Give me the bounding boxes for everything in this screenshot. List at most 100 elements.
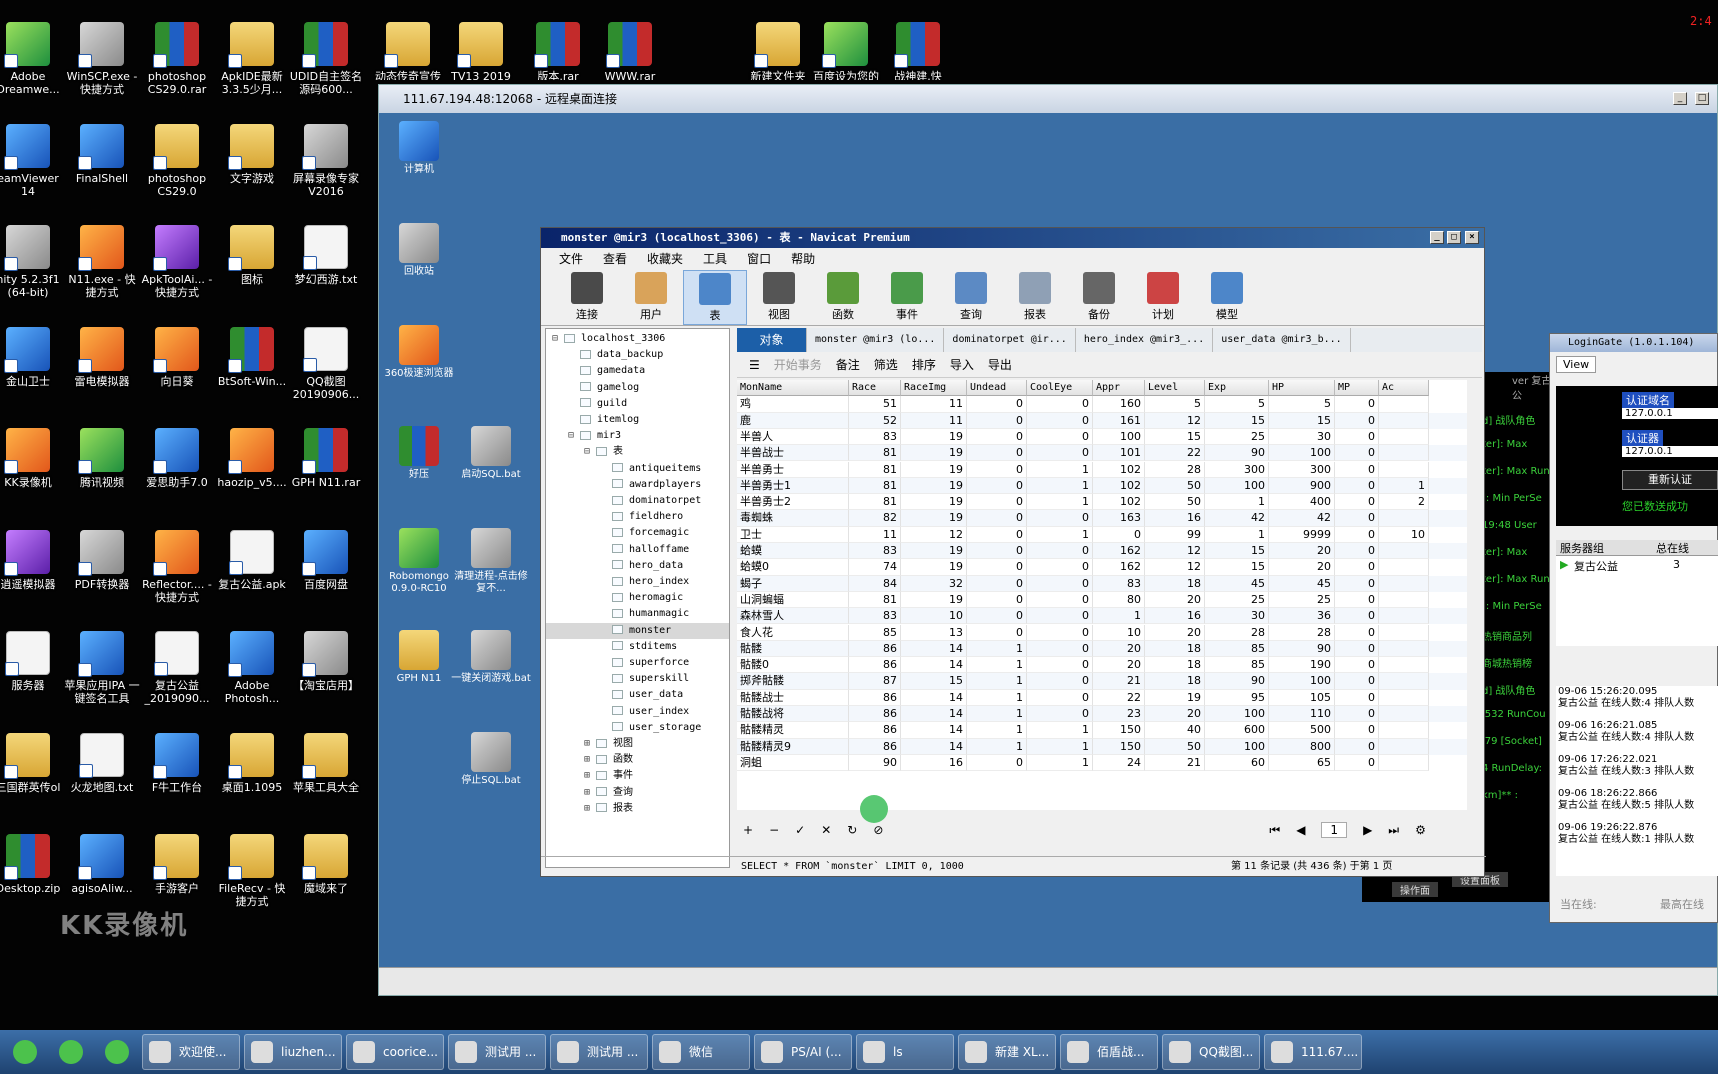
table-cell[interactable]: 0 [967, 494, 1027, 511]
table-cell[interactable]: 74 [849, 559, 901, 576]
table-row[interactable]: 半兽勇士 81 19 0 1 102 28 300 300 0 [737, 461, 1467, 478]
column-header[interactable]: RaceImg [901, 380, 967, 397]
rdp-title-bar[interactable]: 111.67.194.48:12068 - 远程桌面连接 _ □ [379, 85, 1717, 113]
table-cell[interactable]: 10 [1379, 526, 1429, 543]
tree-node[interactable]: heromagic [546, 590, 729, 606]
table-cell[interactable]: 80 [1093, 591, 1145, 609]
desktop-icon[interactable]: F牛工作台 [139, 733, 215, 794]
table-cell[interactable]: 160 [1093, 396, 1145, 413]
column-header[interactable]: HP [1269, 380, 1335, 397]
desktop-icon[interactable]: UDID自主签名源码600... [288, 22, 364, 96]
table-cell[interactable]: 51 [849, 396, 901, 413]
table-cell[interactable]: 100 [1205, 477, 1269, 495]
table-cell[interactable]: 1 [1027, 738, 1093, 755]
rdp-desktop-icon[interactable]: 回收站 [379, 223, 459, 278]
table-cell[interactable]: 100 [1269, 445, 1335, 462]
tree-node[interactable]: ⊟ 表 [546, 444, 729, 460]
delete-record-button[interactable]: − [769, 823, 779, 837]
table-cell[interactable]: 86 [849, 738, 901, 755]
table-cell[interactable]: 86 [849, 706, 901, 723]
desktop-icon[interactable]: 魔域来了 [288, 834, 364, 895]
table-cell[interactable]: 0 [1027, 689, 1093, 706]
table-cell[interactable]: 28 [1269, 624, 1335, 641]
taskbar-button[interactable]: liuzhen... [244, 1034, 342, 1070]
settings-gear-icon[interactable]: ⚙ [1415, 823, 1426, 837]
table-cell[interactable]: 0 [1027, 624, 1093, 641]
table-cell[interactable]: 50 [1145, 494, 1205, 511]
menu-item-0[interactable]: 文件 [549, 248, 593, 270]
desktop-icon[interactable]: 腾讯视频 [64, 428, 140, 489]
table-cell[interactable]: 20 [1145, 591, 1205, 609]
table-cell[interactable] [1379, 445, 1429, 462]
desktop-icon[interactable]: Reflector.... - 快捷方式 [139, 530, 215, 604]
table-cell[interactable]: 110 [1269, 706, 1335, 723]
table-cell[interactable]: 0 [1027, 543, 1093, 560]
tree-node[interactable]: hero_data [546, 558, 729, 574]
prev-page-button[interactable]: ◀ [1296, 823, 1305, 837]
next-page-button[interactable]: ▶ [1363, 823, 1372, 837]
tree-node[interactable]: ⊟ mir3 [546, 428, 729, 444]
column-header[interactable]: Exp [1205, 380, 1269, 397]
table-cell[interactable]: 森林雪人 [737, 608, 849, 625]
desktop-icon[interactable]: 百度网盘 [288, 530, 364, 591]
desktop-icon[interactable]: 图标 [214, 225, 290, 286]
table-cell[interactable]: 0 [1027, 657, 1093, 674]
table-row[interactable]: 骷髅精灵 86 14 1 1 150 40 600 500 0 [737, 722, 1467, 739]
column-header[interactable]: Appr [1093, 380, 1145, 397]
desktop-icon[interactable]: 文字游戏 [214, 124, 290, 185]
table-cell[interactable]: 45 [1205, 575, 1269, 592]
table-cell[interactable]: 0 [967, 754, 1027, 772]
memo-button[interactable]: 备注 [836, 356, 860, 373]
table-cell[interactable]: 1 [967, 689, 1027, 706]
table-cell[interactable]: 102 [1093, 461, 1145, 478]
reauth-button[interactable]: 重新认证 [1622, 470, 1718, 490]
table-cell[interactable]: 83 [849, 608, 901, 625]
tree-node[interactable]: user_index [546, 704, 729, 720]
tree-node[interactable]: monster [546, 622, 729, 639]
desktop-icon[interactable]: 雷电模拟器 [64, 327, 140, 388]
table-cell[interactable]: 0 [1027, 591, 1093, 609]
table-cell[interactable]: 81 [849, 445, 901, 462]
desktop-icon[interactable]: FileRecv - 快捷方式 [214, 834, 290, 908]
tree-node[interactable]: itemlog [546, 412, 729, 428]
table-cell[interactable]: 95 [1205, 689, 1269, 706]
taskbar-button[interactable]: 佰盾战... [1060, 1034, 1158, 1070]
filter-button[interactable]: 筛选 [874, 356, 898, 373]
table-cell[interactable]: 5 [1205, 396, 1269, 413]
desktop-icon[interactable]: PDF转换器 [64, 530, 140, 591]
table-cell[interactable]: 24 [1093, 754, 1145, 772]
table-cell[interactable]: 30 [1269, 428, 1335, 446]
table-cell[interactable]: 15 [1205, 412, 1269, 429]
desktop-icon[interactable]: 桌面1.1095 [214, 733, 290, 794]
desktop-icon[interactable]: 【淘宝店用】 [288, 631, 364, 692]
table-cell[interactable]: 0 [967, 624, 1027, 641]
table-cell[interactable]: 21 [1145, 754, 1205, 772]
column-header[interactable]: MonName [737, 380, 849, 397]
table-cell[interactable]: 90 [1205, 445, 1269, 462]
table-cell[interactable]: 洞蛆 [737, 754, 849, 772]
desktop-icon[interactable]: 三国群英传ol [0, 733, 66, 794]
ops-panel-button[interactable]: 操作面 [1392, 882, 1438, 897]
table-cell[interactable]: 16 [901, 754, 967, 772]
table-cell[interactable]: 0 [1335, 396, 1379, 413]
expand-icon[interactable]: ⊞ [584, 752, 596, 768]
desktop-icon[interactable]: eamViewer 14 [0, 124, 66, 198]
menu-item-3[interactable]: 工具 [693, 248, 737, 270]
table-cell[interactable]: 16 [1145, 608, 1205, 625]
table-cell[interactable]: 20 [1093, 657, 1145, 674]
table-cell[interactable]: 半兽人 [737, 428, 849, 446]
table-cell[interactable]: 1 [967, 706, 1027, 723]
desktop-icon[interactable]: Adobe Dreamwe... [0, 22, 66, 96]
tree-node[interactable]: guild [546, 396, 729, 412]
table-cell[interactable]: 36 [1269, 608, 1335, 625]
add-record-button[interactable]: + [743, 823, 753, 837]
desktop-icon[interactable]: 新建文件夹 [740, 22, 816, 80]
table-cell[interactable]: 52 [849, 412, 901, 429]
expand-icon[interactable]: ⊟ [552, 331, 564, 347]
table-cell[interactable]: 0 [967, 477, 1027, 495]
desktop-icon[interactable]: Desktop.zip [0, 834, 66, 895]
rdp-minimize-button[interactable]: _ [1673, 92, 1687, 105]
table-cell[interactable]: 0 [1335, 494, 1379, 511]
menu-item-1[interactable]: 查看 [593, 248, 637, 270]
table-row[interactable]: 山洞蝙蝠 81 19 0 0 80 20 25 25 0 [737, 591, 1467, 609]
